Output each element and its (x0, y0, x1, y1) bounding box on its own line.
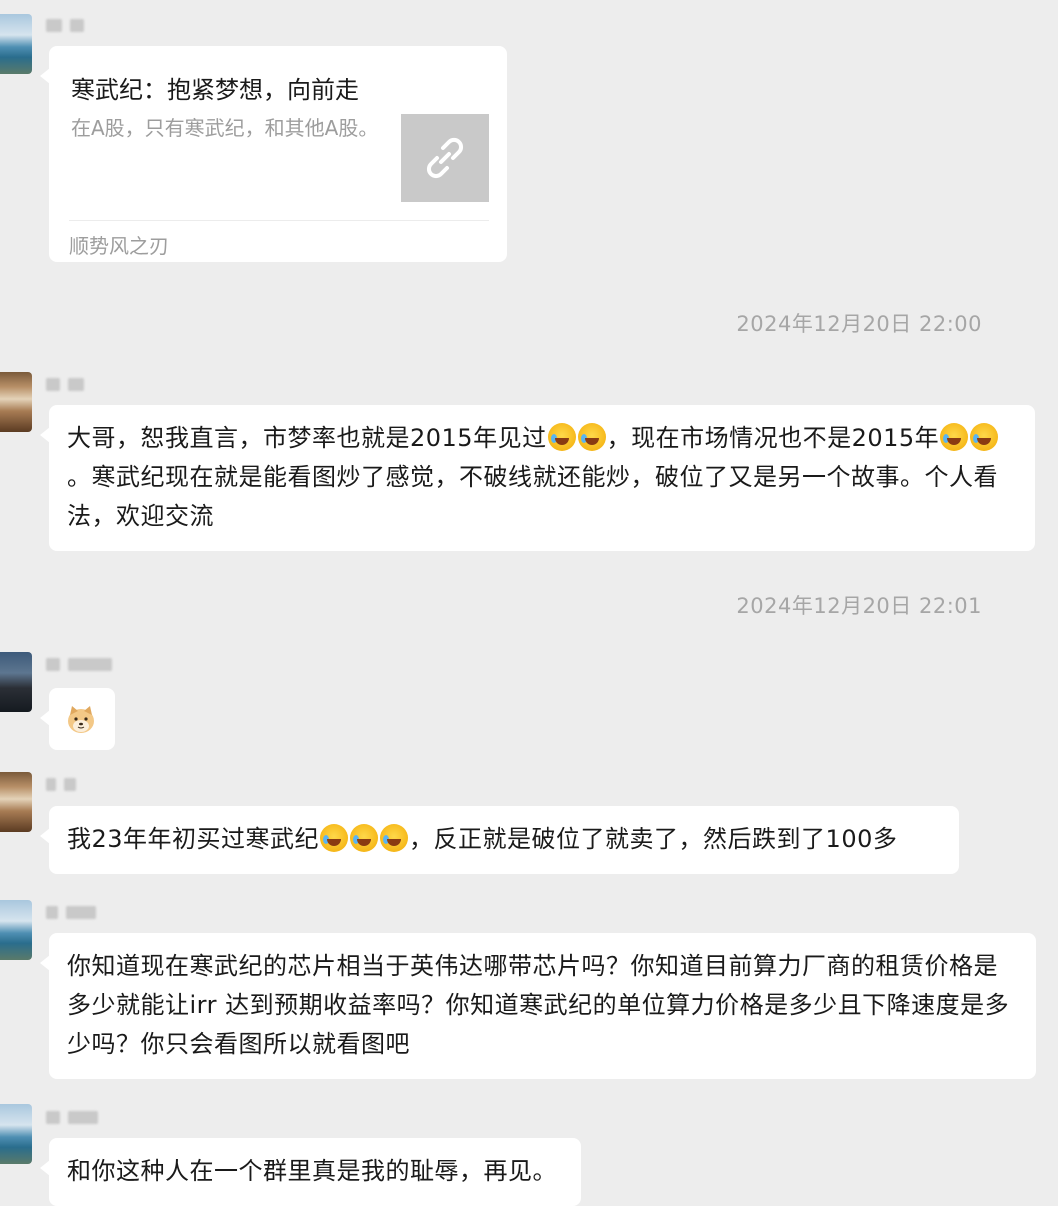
laughing-crying-emoji-icon (380, 824, 409, 852)
message-bubble[interactable] (40, 688, 115, 750)
link-card-description: 在A股，只有寒武纪，和其他A股。 (71, 116, 379, 140)
link-card[interactable]: 寒武纪：抱紧梦想，向前走 在A股，只有寒武纪，和其他A股。 顺势风之刃 (40, 46, 507, 262)
message-text-part: 大哥，恕我直言，市梦率也就是2015年见过 (67, 424, 547, 452)
laughing-crying-emoji-icon (577, 423, 606, 451)
sender-nickname-blurred (46, 1110, 98, 1124)
avatar[interactable] (0, 14, 32, 74)
avatar[interactable] (0, 1104, 32, 1164)
laughing-crying-emoji-icon (940, 423, 969, 451)
message-text: 大哥，恕我直言，市梦率也就是2015年见过 ，现在市场情况也不是2015年。寒武纪… (49, 405, 1035, 550)
message-text-part: ，反正就是破位了就卖了，然后跌到了100多 (409, 825, 898, 853)
link-icon (426, 137, 464, 179)
laughing-crying-emoji-icon (547, 423, 576, 451)
timestamp: 2024年12月20日 22:01 (736, 594, 982, 618)
link-card-title: 寒武纪：抱紧梦想，向前走 (71, 76, 359, 104)
timestamp: 2024年12月20日 22:00 (736, 312, 982, 336)
link-card-thumbnail (401, 114, 489, 202)
laughing-crying-emoji-icon (320, 824, 349, 852)
sender-nickname-blurred (46, 777, 76, 791)
sender-nickname-blurred (46, 18, 84, 32)
message-bubble[interactable]: 和你这种人在一个群里真是我的耻辱，再见。 (40, 1138, 581, 1206)
message-text: 我23年年初买过寒武纪 ，反正就是破位了就卖了，然后跌到了100多 (49, 806, 959, 873)
message-text-part: 。寒武纪现在就是能看图炒了感觉，不破线就还能炒，破位了又是另一个故事。个人看法，… (67, 463, 998, 530)
avatar[interactable] (0, 652, 32, 712)
message-bubble[interactable]: 大哥，恕我直言，市梦率也就是2015年见过 ，现在市场情况也不是2015年。寒武纪… (40, 405, 1035, 551)
sender-nickname-blurred (46, 905, 96, 919)
sender-nickname-blurred (46, 657, 112, 671)
message-text: 你知道现在寒武纪的芯片相当于英伟达哪带芯片吗？你知道目前算力厂商的租赁价格是多少… (67, 952, 1010, 1058)
doge-emoji-icon (68, 706, 94, 733)
sender-nickname-blurred (46, 377, 84, 391)
message-text-part: 我23年年初买过寒武纪 (67, 825, 320, 853)
message-bubble[interactable]: 你知道现在寒武纪的芯片相当于英伟达哪带芯片吗？你知道目前算力厂商的租赁价格是多少… (40, 933, 1036, 1079)
avatar[interactable] (0, 900, 32, 960)
laughing-crying-emoji-icon (970, 423, 999, 451)
link-card-divider (69, 220, 489, 221)
link-card-source: 顺势风之刃 (69, 234, 169, 258)
avatar[interactable] (0, 772, 32, 832)
avatar[interactable] (0, 372, 32, 432)
message-text: 和你这种人在一个群里真是我的耻辱，再见。 (67, 1157, 557, 1185)
message-bubble[interactable]: 我23年年初买过寒武纪 ，反正就是破位了就卖了，然后跌到了100多 (40, 806, 959, 874)
message-text-part: ，现在市场情况也不是2015年 (606, 424, 940, 452)
laughing-crying-emoji-icon (350, 824, 379, 852)
